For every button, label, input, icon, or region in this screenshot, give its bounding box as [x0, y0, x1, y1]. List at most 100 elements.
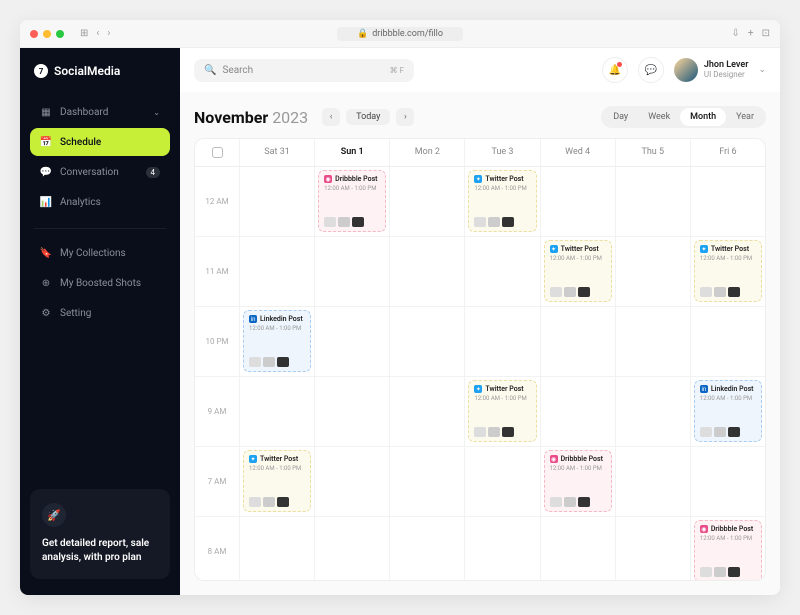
- calendar-slot[interactable]: [389, 307, 464, 376]
- calendar-slot[interactable]: [615, 237, 690, 306]
- view-year[interactable]: Year: [726, 108, 764, 126]
- event-card-twitter[interactable]: ✦Twitter Post12:00 AM - 1:00 PM: [468, 380, 536, 442]
- day-header[interactable]: Tue 3: [464, 139, 539, 166]
- calendar-slot[interactable]: [389, 237, 464, 306]
- day-header-row: Sat 31 Sun 1 Mon 2 Tue 3 Wed 4 Thu 5 Fri…: [195, 139, 765, 167]
- view-month[interactable]: Month: [680, 108, 726, 126]
- sidebar-toggle-icon[interactable]: ⊞: [80, 28, 88, 39]
- event-card-linkedin[interactable]: inLinkedin Post12:00 AM - 1:00 PM: [694, 380, 762, 442]
- calendar-slot[interactable]: [540, 377, 615, 446]
- event-card-linkedin[interactable]: inLinkedin Post12:00 AM - 1:00 PM: [243, 310, 311, 372]
- notification-button[interactable]: 🔔: [602, 57, 628, 83]
- messages-button[interactable]: 💬: [638, 57, 664, 83]
- calendar-slot[interactable]: [540, 307, 615, 376]
- event-card-twitter[interactable]: ✦Twitter Post12:00 AM - 1:00 PM: [468, 170, 536, 232]
- event-time: 12:00 AM - 1:00 PM: [474, 185, 530, 192]
- calendar-slot[interactable]: ✦Twitter Post12:00 AM - 1:00 PM: [690, 237, 765, 306]
- sidebar-item-setting[interactable]: ⚙ Setting: [30, 299, 170, 327]
- calendar-slot[interactable]: [690, 307, 765, 376]
- sidebar-item-boosted[interactable]: ⊕ My Boosted Shots: [30, 269, 170, 297]
- day-header[interactable]: Mon 2: [389, 139, 464, 166]
- calendar-slot[interactable]: ◉Dribbble Post12:00 AM - 1:00 PM: [314, 167, 389, 236]
- calendar-slot[interactable]: [464, 307, 539, 376]
- app-window: ⊞ ‹ › 🔒 dribbble.com/fillo ⇩ + ⊡ 7 Socia…: [20, 20, 780, 595]
- back-icon[interactable]: ‹: [96, 28, 99, 39]
- promo-card[interactable]: 🚀 Get detailed report, sale analysis, wi…: [30, 489, 170, 579]
- chevron-down-icon: ⌄: [153, 108, 160, 117]
- forward-icon[interactable]: ›: [107, 28, 110, 39]
- calendar-slot[interactable]: [239, 377, 314, 446]
- calendar-slot[interactable]: [314, 237, 389, 306]
- calendar-slot[interactable]: [239, 167, 314, 236]
- sidebar-item-collections[interactable]: 🔖 My Collections: [30, 239, 170, 267]
- day-header[interactable]: Thu 5: [615, 139, 690, 166]
- user-menu[interactable]: Jhon Lever UI Designer ⌄: [674, 58, 766, 82]
- url-bar[interactable]: 🔒 dribbble.com/fillo: [337, 27, 463, 41]
- sidebar-item-schedule[interactable]: 📅 Schedule: [30, 128, 170, 156]
- calendar-slot[interactable]: [389, 517, 464, 580]
- calendar-slot[interactable]: ✦Twitter Post12:00 AM - 1:00 PM: [464, 377, 539, 446]
- bookmark-icon: 🔖: [40, 247, 52, 259]
- calendar-slot[interactable]: [314, 377, 389, 446]
- view-week[interactable]: Week: [638, 108, 680, 126]
- add-icon[interactable]: +: [748, 28, 754, 39]
- calendar-slot[interactable]: [690, 447, 765, 516]
- event-card-dribbble[interactable]: ◉Dribbble Post12:00 AM - 1:00 PM: [544, 450, 612, 512]
- download-icon[interactable]: ⇩: [732, 28, 740, 39]
- calendar-slot[interactable]: [615, 167, 690, 236]
- close-dot[interactable]: [30, 30, 38, 38]
- calendar-slot[interactable]: [239, 517, 314, 580]
- sidebar-item-analytics[interactable]: 📊 Analytics: [30, 188, 170, 216]
- day-header[interactable]: Wed 4: [540, 139, 615, 166]
- calendar-slot[interactable]: inLinkedin Post12:00 AM - 1:00 PM: [239, 307, 314, 376]
- calendar-slot[interactable]: [615, 517, 690, 580]
- calendar-slot[interactable]: [540, 167, 615, 236]
- calendar-slot[interactable]: [615, 307, 690, 376]
- view-day[interactable]: Day: [603, 108, 638, 126]
- event-card-twitter[interactable]: ✦Twitter Post12:00 AM - 1:00 PM: [243, 450, 311, 512]
- calendar-slot[interactable]: [389, 447, 464, 516]
- calendar-slot[interactable]: [615, 447, 690, 516]
- sidebar-item-conversation[interactable]: 💬 Conversation 4: [30, 158, 170, 186]
- calendar-slot[interactable]: [314, 447, 389, 516]
- calendar-slot[interactable]: [239, 237, 314, 306]
- brand-logo[interactable]: 7 SocialMedia: [30, 64, 170, 78]
- tabs-icon[interactable]: ⊡: [762, 28, 770, 39]
- calendar-slot[interactable]: [464, 237, 539, 306]
- calendar-slot[interactable]: [464, 447, 539, 516]
- calendar-slot[interactable]: ◉Dribbble Post12:00 AM - 1:00 PM: [540, 447, 615, 516]
- calendar-slot[interactable]: [615, 377, 690, 446]
- calendar-slot[interactable]: ✦Twitter Post12:00 AM - 1:00 PM: [540, 237, 615, 306]
- calendar-slot[interactable]: ✦Twitter Post12:00 AM - 1:00 PM: [239, 447, 314, 516]
- search-input[interactable]: 🔍 Search ⌘ F: [194, 59, 414, 82]
- calendar-slot[interactable]: [464, 517, 539, 580]
- traffic-lights[interactable]: [30, 30, 64, 38]
- next-month-button[interactable]: ›: [396, 108, 414, 126]
- calendar-slot[interactable]: [314, 517, 389, 580]
- event-card-twitter[interactable]: ✦Twitter Post12:00 AM - 1:00 PM: [544, 240, 612, 302]
- calendar-slot[interactable]: inLinkedin Post12:00 AM - 1:00 PM: [690, 377, 765, 446]
- event-card-dribbble[interactable]: ◉Dribbble Post12:00 AM - 1:00 PM: [318, 170, 386, 232]
- today-button[interactable]: Today: [346, 109, 390, 125]
- event-time: 12:00 AM - 1:00 PM: [700, 395, 756, 402]
- day-header[interactable]: Sat 31: [239, 139, 314, 166]
- sidebar-item-dashboard[interactable]: ▦ Dashboard ⌄: [30, 98, 170, 126]
- minimize-dot[interactable]: [43, 30, 51, 38]
- event-card-dribbble[interactable]: ◉Dribbble Post12:00 AM - 1:00 PM: [694, 520, 762, 580]
- prev-month-button[interactable]: ‹: [322, 108, 340, 126]
- calendar-slot[interactable]: ◉Dribbble Post12:00 AM - 1:00 PM: [690, 517, 765, 580]
- time-body[interactable]: 12 AM◉Dribbble Post12:00 AM - 1:00 PM✦Tw…: [195, 167, 765, 580]
- maximize-dot[interactable]: [56, 30, 64, 38]
- calendar-slot[interactable]: [389, 167, 464, 236]
- day-header[interactable]: Fri 6: [690, 139, 765, 166]
- calendar-slot[interactable]: [389, 377, 464, 446]
- calendar-slot[interactable]: [690, 167, 765, 236]
- calendar-slot[interactable]: [314, 307, 389, 376]
- event-card-twitter[interactable]: ✦Twitter Post12:00 AM - 1:00 PM: [694, 240, 762, 302]
- app-body: 7 SocialMedia ▦ Dashboard ⌄ 📅 Schedule 💬…: [20, 48, 780, 595]
- calendar-slot[interactable]: ✦Twitter Post12:00 AM - 1:00 PM: [464, 167, 539, 236]
- calendar-slot[interactable]: [540, 517, 615, 580]
- search-icon: 🔍: [204, 65, 216, 76]
- day-header[interactable]: Sun 1: [314, 139, 389, 166]
- linkedin-icon: in: [700, 385, 708, 393]
